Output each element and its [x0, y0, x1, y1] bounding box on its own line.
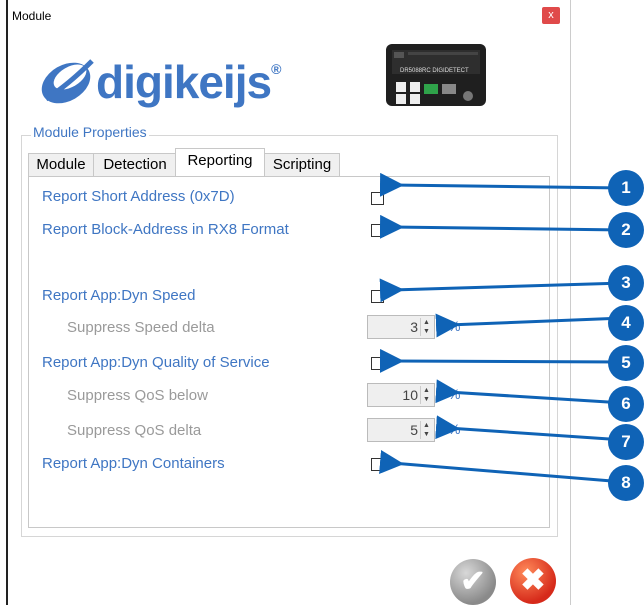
annotation-arrows — [379, 172, 625, 484]
arrow-6 — [435, 379, 625, 405]
arrow-3 — [379, 278, 625, 303]
cancel-button[interactable]: ✖ — [510, 558, 556, 604]
marker-7: 7 — [608, 424, 644, 460]
marker-1: 1 — [608, 170, 644, 206]
marker-5: 5 — [608, 345, 644, 381]
marker-8: 8 — [608, 465, 644, 501]
marker-6: 6 — [608, 386, 644, 422]
close-x-icon: ✖ — [520, 564, 546, 597]
arrow-1 — [379, 172, 625, 197]
arrow-4 — [435, 313, 625, 338]
marker-3: 3 — [608, 265, 644, 301]
arrow-2 — [379, 214, 625, 239]
arrow-8 — [379, 450, 625, 484]
tab-reporting[interactable]: Reporting — [175, 148, 265, 176]
arrow-5 — [379, 348, 625, 373]
marker-4: 4 — [608, 305, 644, 341]
ok-button[interactable]: ✔ — [450, 559, 496, 605]
arrow-7 — [435, 415, 625, 442]
check-icon: ✔ — [460, 565, 486, 598]
marker-2: 2 — [608, 212, 644, 248]
